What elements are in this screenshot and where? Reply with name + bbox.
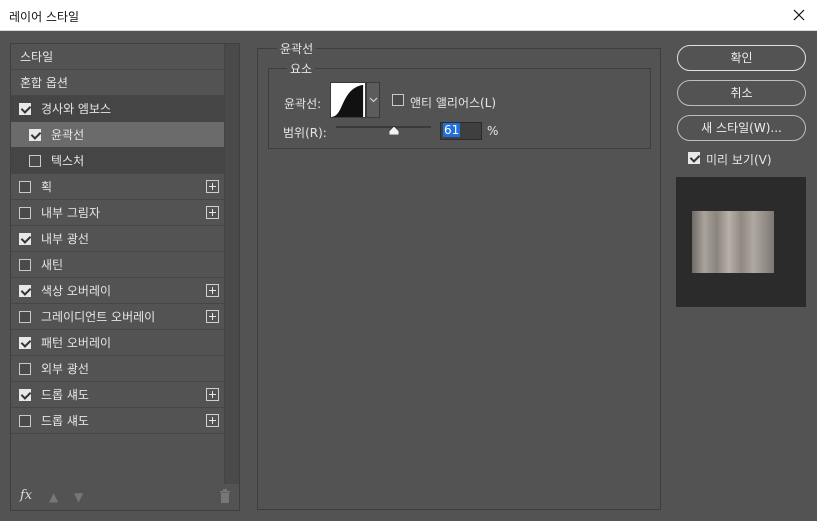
- effect-label: 내부 그림자: [41, 206, 101, 220]
- preview-checkbox[interactable]: [688, 152, 700, 164]
- move-down-icon[interactable]: ▼: [74, 490, 83, 504]
- effect-label: 색상 오버레이: [41, 284, 112, 298]
- anti-alias-label: 앤티 앨리어스(L): [410, 96, 497, 110]
- close-icon[interactable]: [789, 5, 809, 25]
- effect-item[interactable]: 내부 그림자: [11, 200, 224, 226]
- effect-item[interactable]: 드롭 섀도: [11, 382, 224, 408]
- effect-checkbox[interactable]: [29, 128, 41, 141]
- effect-checkbox[interactable]: [19, 362, 31, 375]
- effect-checkbox[interactable]: [19, 232, 31, 245]
- effect-item[interactable]: 텍스처: [11, 148, 224, 174]
- effect-checkbox[interactable]: [19, 388, 31, 401]
- effect-checkbox[interactable]: [19, 414, 31, 427]
- effect-label: 내부 광선: [41, 232, 89, 246]
- list-scrollbar[interactable]: [224, 44, 239, 484]
- move-up-icon[interactable]: ▲: [49, 490, 58, 504]
- effect-checkbox[interactable]: [19, 102, 31, 115]
- range-slider-handle[interactable]: [388, 124, 400, 136]
- add-effect-icon[interactable]: [206, 206, 219, 219]
- effect-label: 드롭 섀도: [41, 414, 89, 428]
- effect-item[interactable]: 드롭 섀도: [11, 408, 224, 434]
- add-effect-icon[interactable]: [206, 388, 219, 401]
- styles-item-label: 스타일: [20, 50, 54, 64]
- effect-item[interactable]: 내부 광선: [11, 226, 224, 252]
- effect-item[interactable]: 색상 오버레이: [11, 278, 224, 304]
- effect-item[interactable]: 윤곽선: [11, 122, 224, 148]
- preview-label: 미리 보기(V): [706, 153, 772, 167]
- title-bar: 레이어 스타일: [0, 0, 817, 31]
- effect-checkbox[interactable]: [19, 310, 31, 323]
- add-effect-icon[interactable]: [206, 284, 219, 297]
- range-unit: %: [487, 124, 499, 138]
- contour-curve-icon: [331, 84, 364, 117]
- blending-options-item[interactable]: 혼합 옵션: [11, 70, 224, 96]
- add-effect-icon[interactable]: [206, 310, 219, 323]
- effect-label: 새틴: [41, 258, 64, 272]
- effect-checkbox[interactable]: [19, 284, 31, 297]
- layer-style-dialog: 스타일 혼합 옵션 경사와 엠보스 윤곽선 텍스처 획 내부 그림자 내부 광선 새틴 색상 …: [0, 31, 817, 521]
- contour-group-title: 윤곽선: [277, 40, 317, 57]
- effect-checkbox[interactable]: [19, 258, 31, 271]
- effect-item[interactable]: 획: [11, 174, 224, 200]
- contour-picker[interactable]: [330, 82, 366, 118]
- effect-label: 패턴 오버레이: [41, 336, 112, 350]
- ok-button[interactable]: 확인: [677, 45, 806, 71]
- blending-options-label: 혼합 옵션: [20, 76, 68, 90]
- effect-label: 외부 광선: [41, 362, 89, 376]
- contour-label: 윤곽선:: [284, 97, 322, 111]
- effect-label: 획: [41, 180, 53, 194]
- add-effect-icon[interactable]: [206, 180, 219, 193]
- effect-checkbox[interactable]: [19, 180, 31, 193]
- effect-label: 그레이디언트 오버레이: [41, 310, 156, 324]
- style-preview: [676, 177, 806, 307]
- effect-checkbox[interactable]: [19, 336, 31, 349]
- effect-label: 윤곽선: [51, 128, 85, 142]
- range-label: 범위(R):: [283, 126, 327, 140]
- effect-label: 경사와 엠보스: [41, 102, 112, 116]
- effect-item[interactable]: 그레이디언트 오버레이: [11, 304, 224, 330]
- preview-swatch: [692, 211, 774, 273]
- elements-group-title: 요소: [287, 60, 316, 77]
- new-style-button[interactable]: 새 스타일(W)...: [677, 115, 806, 141]
- contour-dropdown[interactable]: [366, 82, 380, 118]
- cancel-button[interactable]: 취소: [677, 80, 806, 106]
- chevron-down-icon: [369, 97, 378, 103]
- effect-item[interactable]: 새틴: [11, 252, 224, 278]
- range-value: 61: [443, 123, 461, 137]
- effects-panel: 스타일 혼합 옵션 경사와 엠보스윤곽선텍스처획내부 그림자내부 광선새틴색상 …: [10, 43, 240, 511]
- effect-label: 드롭 섀도: [41, 388, 89, 402]
- effect-checkbox[interactable]: [19, 206, 31, 219]
- fx-button[interactable]: fx: [20, 488, 32, 503]
- range-slider[interactable]: [336, 126, 431, 128]
- effects-list: 스타일 혼합 옵션 경사와 엠보스윤곽선텍스처획내부 그림자내부 광선새틴색상 …: [11, 44, 224, 434]
- trash-icon[interactable]: [219, 489, 231, 503]
- anti-alias-checkbox[interactable]: [392, 94, 404, 106]
- effect-label: 텍스처: [51, 154, 85, 168]
- effect-item[interactable]: 외부 광선: [11, 356, 224, 382]
- add-effect-icon[interactable]: [206, 414, 219, 427]
- range-input[interactable]: 61: [440, 122, 482, 140]
- effect-checkbox[interactable]: [29, 154, 41, 167]
- effect-item[interactable]: 패턴 오버레이: [11, 330, 224, 356]
- effects-footer: fx ▲ ▼: [11, 484, 239, 510]
- window-title: 레이어 스타일: [9, 10, 80, 24]
- styles-item[interactable]: 스타일: [11, 44, 224, 70]
- effect-item[interactable]: 경사와 엠보스: [11, 96, 224, 122]
